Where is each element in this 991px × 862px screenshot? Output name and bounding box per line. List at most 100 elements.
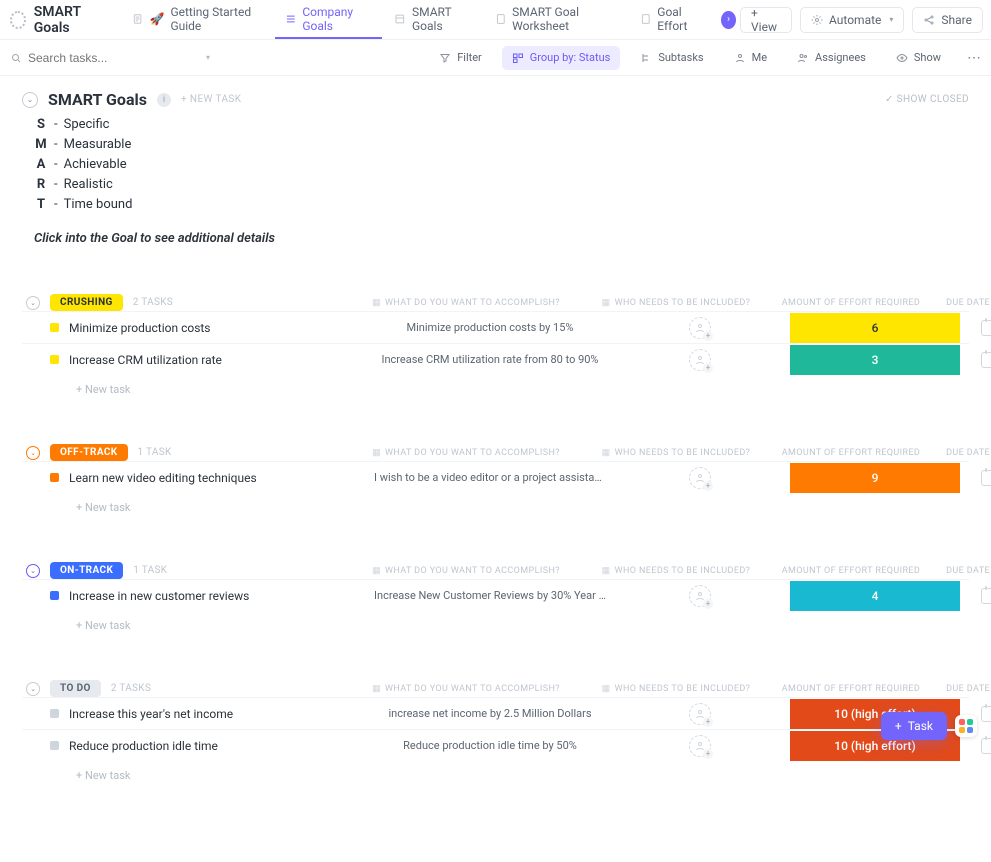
status-group: ⌄TO DO2 TASKS▦WHAT DO YOU WANT TO ACCOMP… (22, 680, 969, 782)
collapse-group[interactable]: ⌄ (26, 682, 40, 696)
search-input[interactable] (28, 51, 194, 65)
column-effort: AMOUNT OF EFFORT REQUIRED (766, 566, 936, 576)
acronym-row: T-Time bound (34, 195, 969, 215)
column-due: DUE DATE (936, 566, 991, 576)
tab-getting-started[interactable]: Getting Started Guide (122, 1, 273, 39)
collapse-group[interactable]: ⌄ (26, 564, 40, 578)
column-due: DUE DATE (936, 448, 991, 458)
show-closed[interactable]: SHOW CLOSED (885, 94, 969, 105)
new-task-row[interactable]: + New task (22, 375, 969, 396)
tab-goal-effort[interactable]: Goal Effort (630, 1, 715, 39)
column-accomplish: ▦WHAT DO YOU WANT TO ACCOMPLISH? (346, 298, 586, 308)
add-assignee[interactable] (689, 735, 711, 757)
add-assignee[interactable] (689, 317, 711, 339)
collapse-group[interactable]: ⌄ (26, 446, 40, 460)
accomplish-cell: Increase CRM utilization rate from 80 to… (370, 353, 610, 366)
status-square (50, 741, 59, 750)
add-assignee[interactable] (689, 703, 711, 725)
status-square (50, 355, 59, 364)
rocket-icon (149, 12, 164, 26)
effort-value[interactable]: 9 (790, 463, 960, 493)
subtasks-button[interactable]: Subtasks (630, 46, 713, 70)
due-date-picker[interactable] (981, 588, 991, 604)
acronym-row: S-Specific (34, 115, 969, 135)
info-icon[interactable]: i (157, 93, 171, 107)
board: ⌄ CRUSHING 2 TASKS ▦WHAT DO YOU WANT TO ACC… (0, 294, 991, 862)
subtasks-icon (640, 52, 652, 64)
instruction-text: Click into the Goal to see additional de… (0, 215, 991, 246)
status-square (50, 323, 59, 332)
task-row[interactable]: Reduce production idle timeReduce produc… (22, 729, 969, 761)
status-badge[interactable]: ON-TRACK (50, 562, 123, 579)
task-row[interactable]: Increase CRM utilization rateIncrease CR… (22, 343, 969, 375)
tabs-scroll-right[interactable]: › (721, 11, 736, 29)
due-date-picker[interactable] (981, 738, 991, 754)
task-row[interactable]: Increase in new customer reviewsIncrease… (22, 579, 969, 611)
collapse-list[interactable]: ⌄ (22, 92, 38, 108)
dash: - (54, 115, 58, 135)
list-header: ⌄ SMART Goals i + NEW TASK SHOW CLOSED (0, 76, 991, 115)
due-date-picker[interactable] (981, 706, 991, 722)
column-who: ▦WHO NEEDS TO BE INCLUDED? (586, 448, 766, 458)
filter-button[interactable]: Filter (429, 46, 492, 70)
tab-label: SMART Goal Worksheet (512, 5, 618, 33)
group-by-button[interactable]: Group by: Status (502, 46, 621, 70)
add-view-button[interactable]: + View (740, 7, 792, 33)
effort-value[interactable]: 4 (790, 581, 960, 611)
new-task-header[interactable]: + NEW TASK (181, 94, 241, 105)
due-date-picker[interactable] (981, 320, 991, 336)
tasks-count: 2 TASKS (111, 683, 151, 694)
acronym-letter: A (34, 155, 48, 175)
me-button[interactable]: Me (724, 46, 777, 70)
show-button[interactable]: Show (886, 46, 951, 70)
add-assignee[interactable] (689, 585, 711, 607)
label: Filter (457, 51, 482, 64)
acronym-word: Specific (64, 115, 110, 135)
apps-button[interactable] (955, 715, 977, 737)
task-row[interactable]: Increase this year's net incomeincrease … (22, 697, 969, 729)
status-group: ⌄ON-TRACK1 TASK▦WHAT DO YOU WANT TO ACCO… (22, 562, 969, 632)
collapse-group[interactable]: ⌄ (26, 296, 40, 310)
group-header: ⌄OFF-TRACK1 TASK▦WHAT DO YOU WANT TO ACC… (22, 444, 969, 461)
label: Show (914, 51, 941, 64)
new-task-row[interactable]: + New task (22, 611, 969, 632)
tasks-count: 1 TASK (138, 447, 172, 458)
label: Automate (829, 13, 881, 27)
add-assignee[interactable] (689, 349, 711, 371)
more-menu[interactable]: ⋯ (961, 50, 981, 66)
tab-company-goals[interactable]: Company Goals (275, 1, 383, 39)
group-icon (512, 52, 524, 64)
add-assignee[interactable] (689, 467, 711, 489)
new-task-row[interactable]: + New task (22, 493, 969, 514)
new-task-fab[interactable]: + Task (881, 712, 947, 740)
filter-icon (439, 52, 451, 64)
due-date-picker[interactable] (981, 352, 991, 368)
task-title: Learn new video editing techniques (69, 471, 257, 485)
new-task-row[interactable]: + New task (22, 761, 969, 782)
status-badge[interactable]: CRUSHING (50, 294, 123, 311)
task-row[interactable]: Minimize production costsMinimize produc… (22, 311, 969, 343)
tasks-count: 2 TASKS (133, 297, 173, 308)
chevron-down-icon[interactable]: ▾ (206, 53, 210, 62)
tab-smart-goals[interactable]: SMART Goals (384, 1, 482, 39)
toolbar: ▾ Filter Group by: Status Subtasks Me As… (0, 40, 991, 76)
due-date-picker[interactable] (981, 470, 991, 486)
automate-button[interactable]: Automate ▾ (800, 7, 904, 33)
effort-value[interactable]: 3 (790, 345, 960, 375)
status-square (50, 473, 59, 482)
list-title: SMART Goals (48, 90, 147, 109)
space-logo (10, 11, 26, 29)
acronym-word: Time bound (64, 195, 133, 215)
accomplish-cell: Increase New Customer Reviews by 30% Yea… (370, 589, 610, 602)
status-badge[interactable]: TO DO (50, 680, 101, 697)
share-button[interactable]: Share (912, 7, 983, 33)
status-badge[interactable]: OFF-TRACK (50, 444, 128, 461)
accomplish-cell: increase net income by 2.5 Million Dolla… (370, 707, 610, 720)
task-row[interactable]: Learn new video editing techniquesI wish… (22, 461, 969, 493)
tab-worksheet[interactable]: SMART Goal Worksheet (485, 1, 628, 39)
assignees-button[interactable]: Assignees (787, 46, 876, 70)
acronym-block: S-SpecificM-MeasurableA-AchievableR-Real… (0, 115, 991, 215)
acronym-row: M-Measurable (34, 135, 969, 155)
tab-label: SMART Goals (412, 5, 473, 33)
effort-value[interactable]: 6 (790, 313, 960, 343)
